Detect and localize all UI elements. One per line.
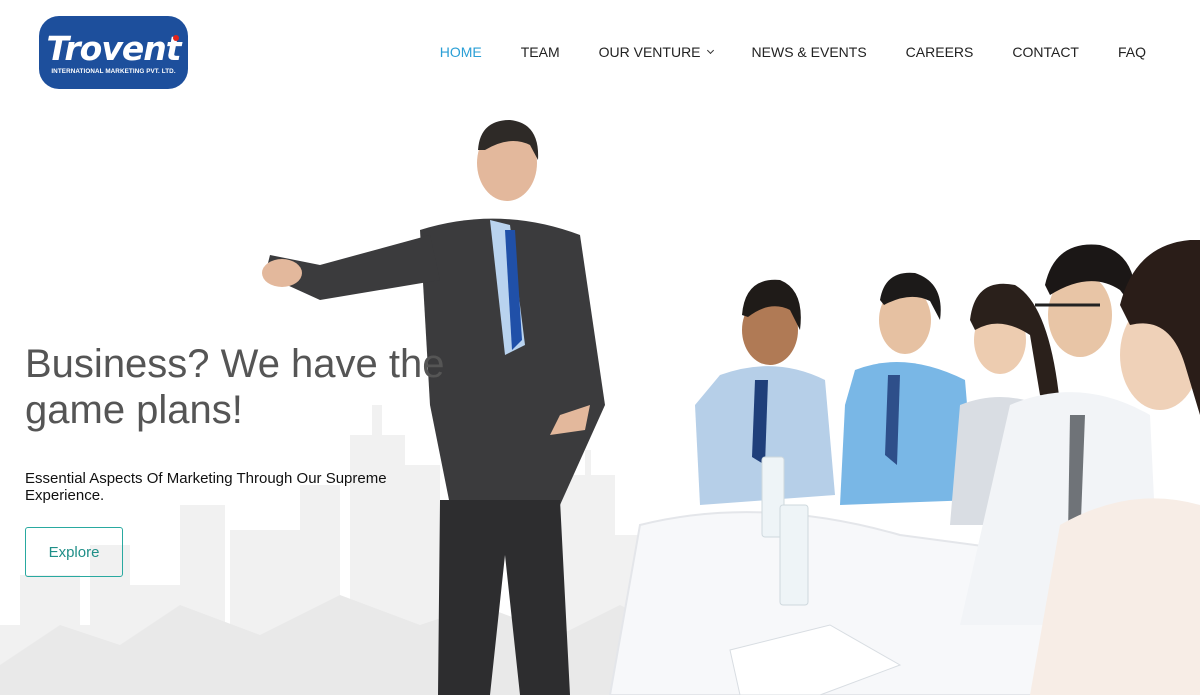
hero-subtitle: Essential Aspects Of Marketing Through O… bbox=[25, 470, 387, 504]
nav-team[interactable]: TEAM bbox=[521, 44, 560, 60]
nav-home[interactable]: HOME bbox=[440, 44, 482, 60]
explore-button[interactable]: Explore bbox=[25, 527, 123, 577]
nav-careers[interactable]: CAREERS bbox=[906, 44, 974, 60]
site-header: Trovent INTERNATIONAL MARKETING PVT. LTD… bbox=[0, 0, 1200, 105]
nav-our-venture[interactable]: OUR VENTURE bbox=[598, 44, 714, 60]
nav-our-venture-label: OUR VENTURE bbox=[598, 44, 701, 60]
water-glass bbox=[779, 504, 809, 606]
hero-title: Business? We have the game plans! bbox=[25, 342, 445, 432]
brand-logo-tagline: INTERNATIONAL MARKETING PVT. LTD. bbox=[51, 67, 176, 75]
chevron-down-icon bbox=[706, 46, 714, 54]
logo-dot-icon bbox=[172, 34, 179, 41]
hero-banner: Business? We have the game plans! Essent… bbox=[0, 105, 1200, 695]
nav-contact[interactable]: CONTACT bbox=[1012, 44, 1079, 60]
nav-faq[interactable]: FAQ bbox=[1118, 44, 1146, 60]
nav-news-events[interactable]: NEWS & EVENTS bbox=[752, 44, 867, 60]
main-nav: HOME TEAM OUR VENTURE NEWS & EVENTS CARE… bbox=[401, 44, 1146, 60]
brand-logo[interactable]: Trovent INTERNATIONAL MARKETING PVT. LTD… bbox=[39, 16, 188, 89]
brand-logo-wordmark: Trovent bbox=[46, 28, 182, 68]
